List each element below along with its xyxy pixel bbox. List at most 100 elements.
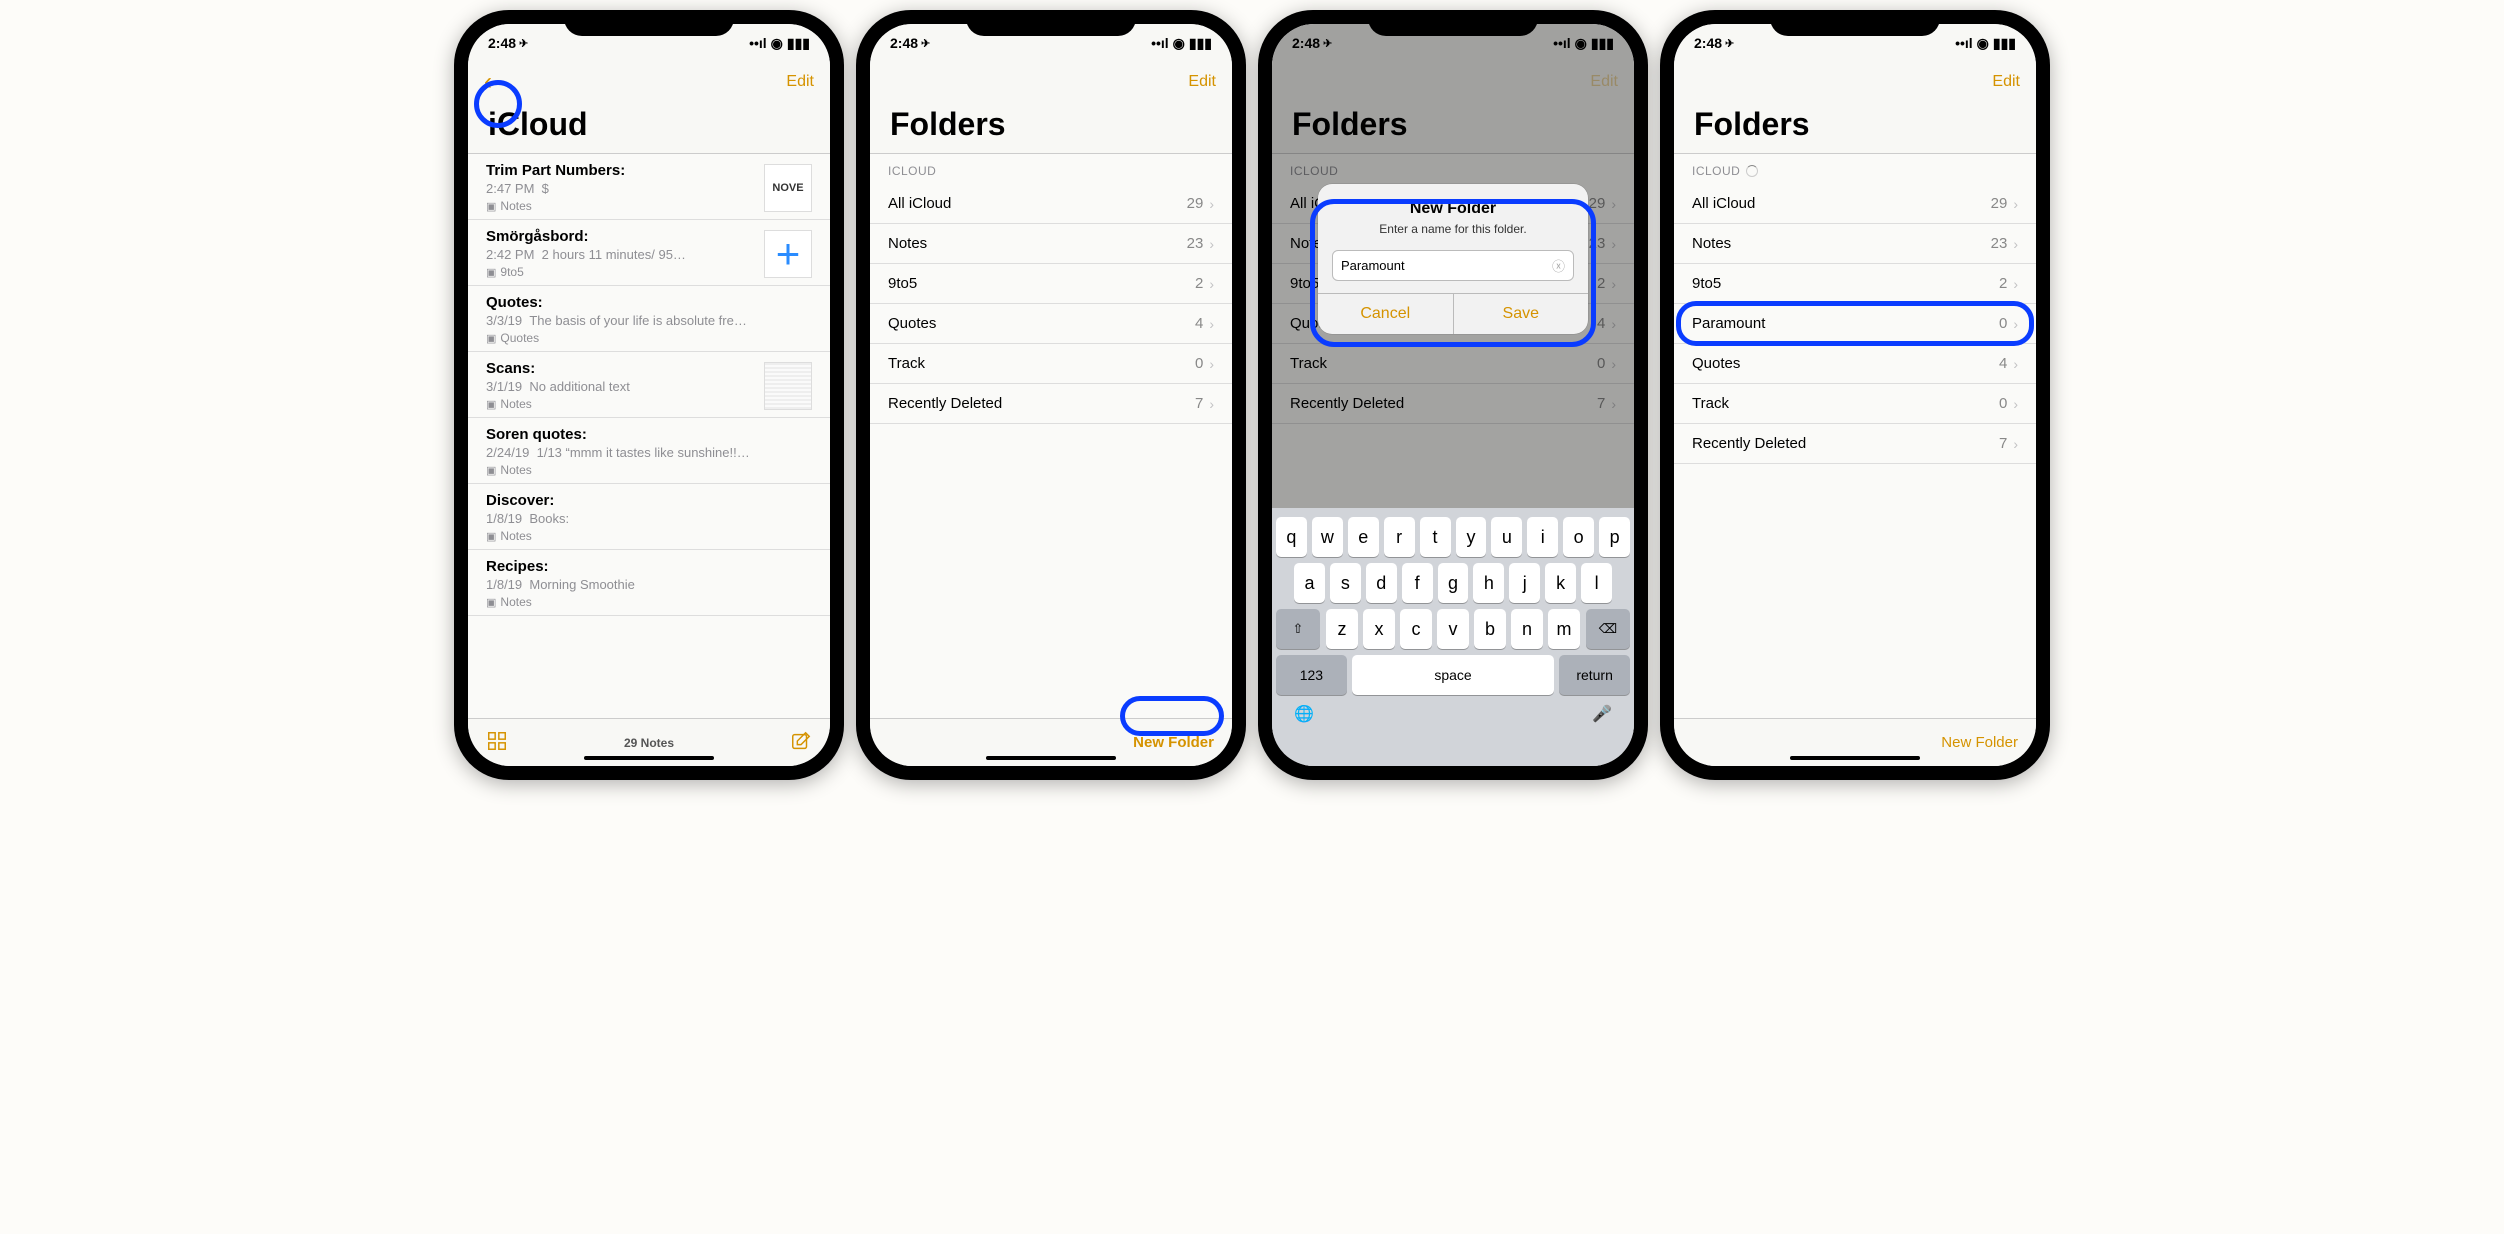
key-w[interactable]: w — [1312, 517, 1343, 557]
folder-row[interactable]: All iCloud29› — [1674, 184, 2036, 224]
key-i[interactable]: i — [1527, 517, 1558, 557]
key-f[interactable]: f — [1402, 563, 1433, 603]
phone-4: 2:48✈︎ ••ıl◉▮▮▮ Edit Folders ICLOUD All … — [1660, 10, 2050, 780]
folder-name: All iCloud — [888, 195, 951, 212]
folder-row[interactable]: Recently Deleted7› — [870, 384, 1232, 424]
key-q[interactable]: q — [1276, 517, 1307, 557]
edit-button[interactable]: Edit — [1188, 73, 1216, 91]
folder-row[interactable]: Quotes4› — [1674, 344, 2036, 384]
keyboard[interactable]: qwertyuiop asdfghjkl ⇧ zxcvbnm ⌫ 123 spa… — [1272, 508, 1634, 766]
note-folder: ▣Notes — [486, 595, 812, 609]
note-item[interactable]: Soren quotes:2/24/19 1/13 “mmm it tastes… — [468, 418, 830, 484]
folder-row[interactable]: Notes23› — [1674, 224, 2036, 264]
phone-1: 2:48✈︎ ••ıl ◉ ▮▮▮ ‹ Edit iCloud NOVETrim… — [454, 10, 844, 780]
key-x[interactable]: x — [1363, 609, 1395, 649]
alert-cancel-button[interactable]: Cancel — [1318, 294, 1453, 334]
space-key[interactable]: space — [1352, 655, 1554, 695]
folder-row[interactable]: Notes23› — [870, 224, 1232, 264]
folder-row[interactable]: Recently Deleted7› — [1674, 424, 2036, 464]
folder-name: 9to5 — [888, 275, 917, 292]
folder-name-input[interactable] — [1341, 258, 1552, 273]
home-indicator[interactable] — [584, 756, 714, 760]
folder-row[interactable]: Track0› — [1674, 384, 2036, 424]
shift-key[interactable]: ⇧ — [1276, 609, 1320, 649]
home-indicator[interactable] — [986, 756, 1116, 760]
backspace-key[interactable]: ⌫ — [1586, 609, 1630, 649]
key-v[interactable]: v — [1437, 609, 1469, 649]
gallery-view-button[interactable] — [486, 730, 508, 756]
numbers-key[interactable]: 123 — [1276, 655, 1347, 695]
signal-icon: ••ıl — [749, 35, 767, 51]
key-k[interactable]: k — [1545, 563, 1576, 603]
folder-count: 7 — [1999, 435, 2007, 452]
folder-row[interactable]: Paramount0› — [1674, 304, 2036, 344]
folder-count: 0 — [1195, 355, 1203, 372]
key-a[interactable]: a — [1294, 563, 1325, 603]
folder-row[interactable]: Quotes4› — [870, 304, 1232, 344]
folder-row[interactable]: All iCloud29› — [870, 184, 1232, 224]
section-header-icloud: ICLOUD — [1674, 154, 2036, 184]
note-folder: ▣Notes — [486, 397, 758, 411]
folder-count: 4 — [1999, 355, 2007, 372]
key-z[interactable]: z — [1326, 609, 1358, 649]
mic-icon[interactable]: 🎤 — [1592, 704, 1612, 724]
folder-count: 23 — [1187, 235, 1204, 252]
section-header-icloud: ICLOUD — [870, 154, 1232, 184]
notes-list[interactable]: NOVETrim Part Numbers:2:47 PM $▣Notes+Sm… — [468, 153, 830, 718]
folder-row[interactable]: Track0› — [870, 344, 1232, 384]
folder-row[interactable]: 9to52› — [870, 264, 1232, 304]
note-title: Quotes: — [486, 294, 812, 311]
back-button[interactable]: ‹ — [484, 68, 492, 96]
status-time: 2:48 — [488, 35, 516, 51]
clear-input-icon[interactable]: ⓧ — [1552, 256, 1565, 275]
note-item[interactable]: +Smörgåsbord:2:42 PM 2 hours 11 minutes/… — [468, 220, 830, 286]
key-y[interactable]: y — [1456, 517, 1487, 557]
key-t[interactable]: t — [1420, 517, 1451, 557]
folder-icon: ▣ — [486, 200, 496, 213]
page-title: iCloud — [468, 102, 830, 153]
key-o[interactable]: o — [1563, 517, 1594, 557]
key-g[interactable]: g — [1438, 563, 1469, 603]
globe-icon[interactable]: 🌐 — [1294, 704, 1314, 724]
key-m[interactable]: m — [1548, 609, 1580, 649]
key-h[interactable]: h — [1473, 563, 1504, 603]
folder-row[interactable]: 9to52› — [1674, 264, 2036, 304]
return-key[interactable]: return — [1559, 655, 1630, 695]
alert-input-wrap[interactable]: ⓧ — [1332, 250, 1574, 281]
key-s[interactable]: s — [1330, 563, 1361, 603]
key-r[interactable]: r — [1384, 517, 1415, 557]
key-p[interactable]: p — [1599, 517, 1630, 557]
signal-icon: ••ıl — [1955, 35, 1973, 51]
edit-button[interactable]: Edit — [1992, 73, 2020, 91]
alert-save-button[interactable]: Save — [1453, 294, 1589, 334]
new-folder-button[interactable]: New Folder — [1133, 734, 1214, 751]
location-icon: ✈︎ — [519, 37, 528, 50]
key-d[interactable]: d — [1366, 563, 1397, 603]
folders-list[interactable]: ICLOUD All iCloud29›Notes23›9to52›Quotes… — [870, 153, 1232, 718]
chevron-right-icon: › — [2013, 276, 2018, 292]
note-subtitle: 2/24/19 1/13 “mmm it tastes like sunshin… — [486, 445, 812, 460]
alert-message: Enter a name for this folder. — [1332, 222, 1574, 236]
key-n[interactable]: n — [1511, 609, 1543, 649]
location-icon: ✈︎ — [921, 37, 930, 50]
key-c[interactable]: c — [1400, 609, 1432, 649]
folder-count: 7 — [1195, 395, 1203, 412]
note-item[interactable]: Scans:3/1/19 No additional text▣Notes — [468, 352, 830, 418]
note-subtitle: 1/8/19 Morning Smoothie — [486, 577, 812, 592]
edit-button[interactable]: Edit — [786, 73, 814, 91]
note-item[interactable]: Recipes:1/8/19 Morning Smoothie▣Notes — [468, 550, 830, 616]
compose-button[interactable] — [790, 730, 812, 756]
note-item[interactable]: Quotes:3/3/19 The basis of your life is … — [468, 286, 830, 352]
key-j[interactable]: j — [1509, 563, 1540, 603]
key-l[interactable]: l — [1581, 563, 1612, 603]
folders-list[interactable]: ICLOUD All iCloud29›Notes23›9to52›Paramo… — [1674, 153, 2036, 718]
note-folder: ▣Notes — [486, 529, 812, 543]
note-item[interactable]: NOVETrim Part Numbers:2:47 PM $▣Notes — [468, 154, 830, 220]
note-item[interactable]: Discover:1/8/19 Books:▣Notes — [468, 484, 830, 550]
folder-name: All iCloud — [1692, 195, 1755, 212]
key-u[interactable]: u — [1491, 517, 1522, 557]
key-b[interactable]: b — [1474, 609, 1506, 649]
home-indicator[interactable] — [1790, 756, 1920, 760]
key-e[interactable]: e — [1348, 517, 1379, 557]
new-folder-button[interactable]: New Folder — [1941, 734, 2018, 751]
